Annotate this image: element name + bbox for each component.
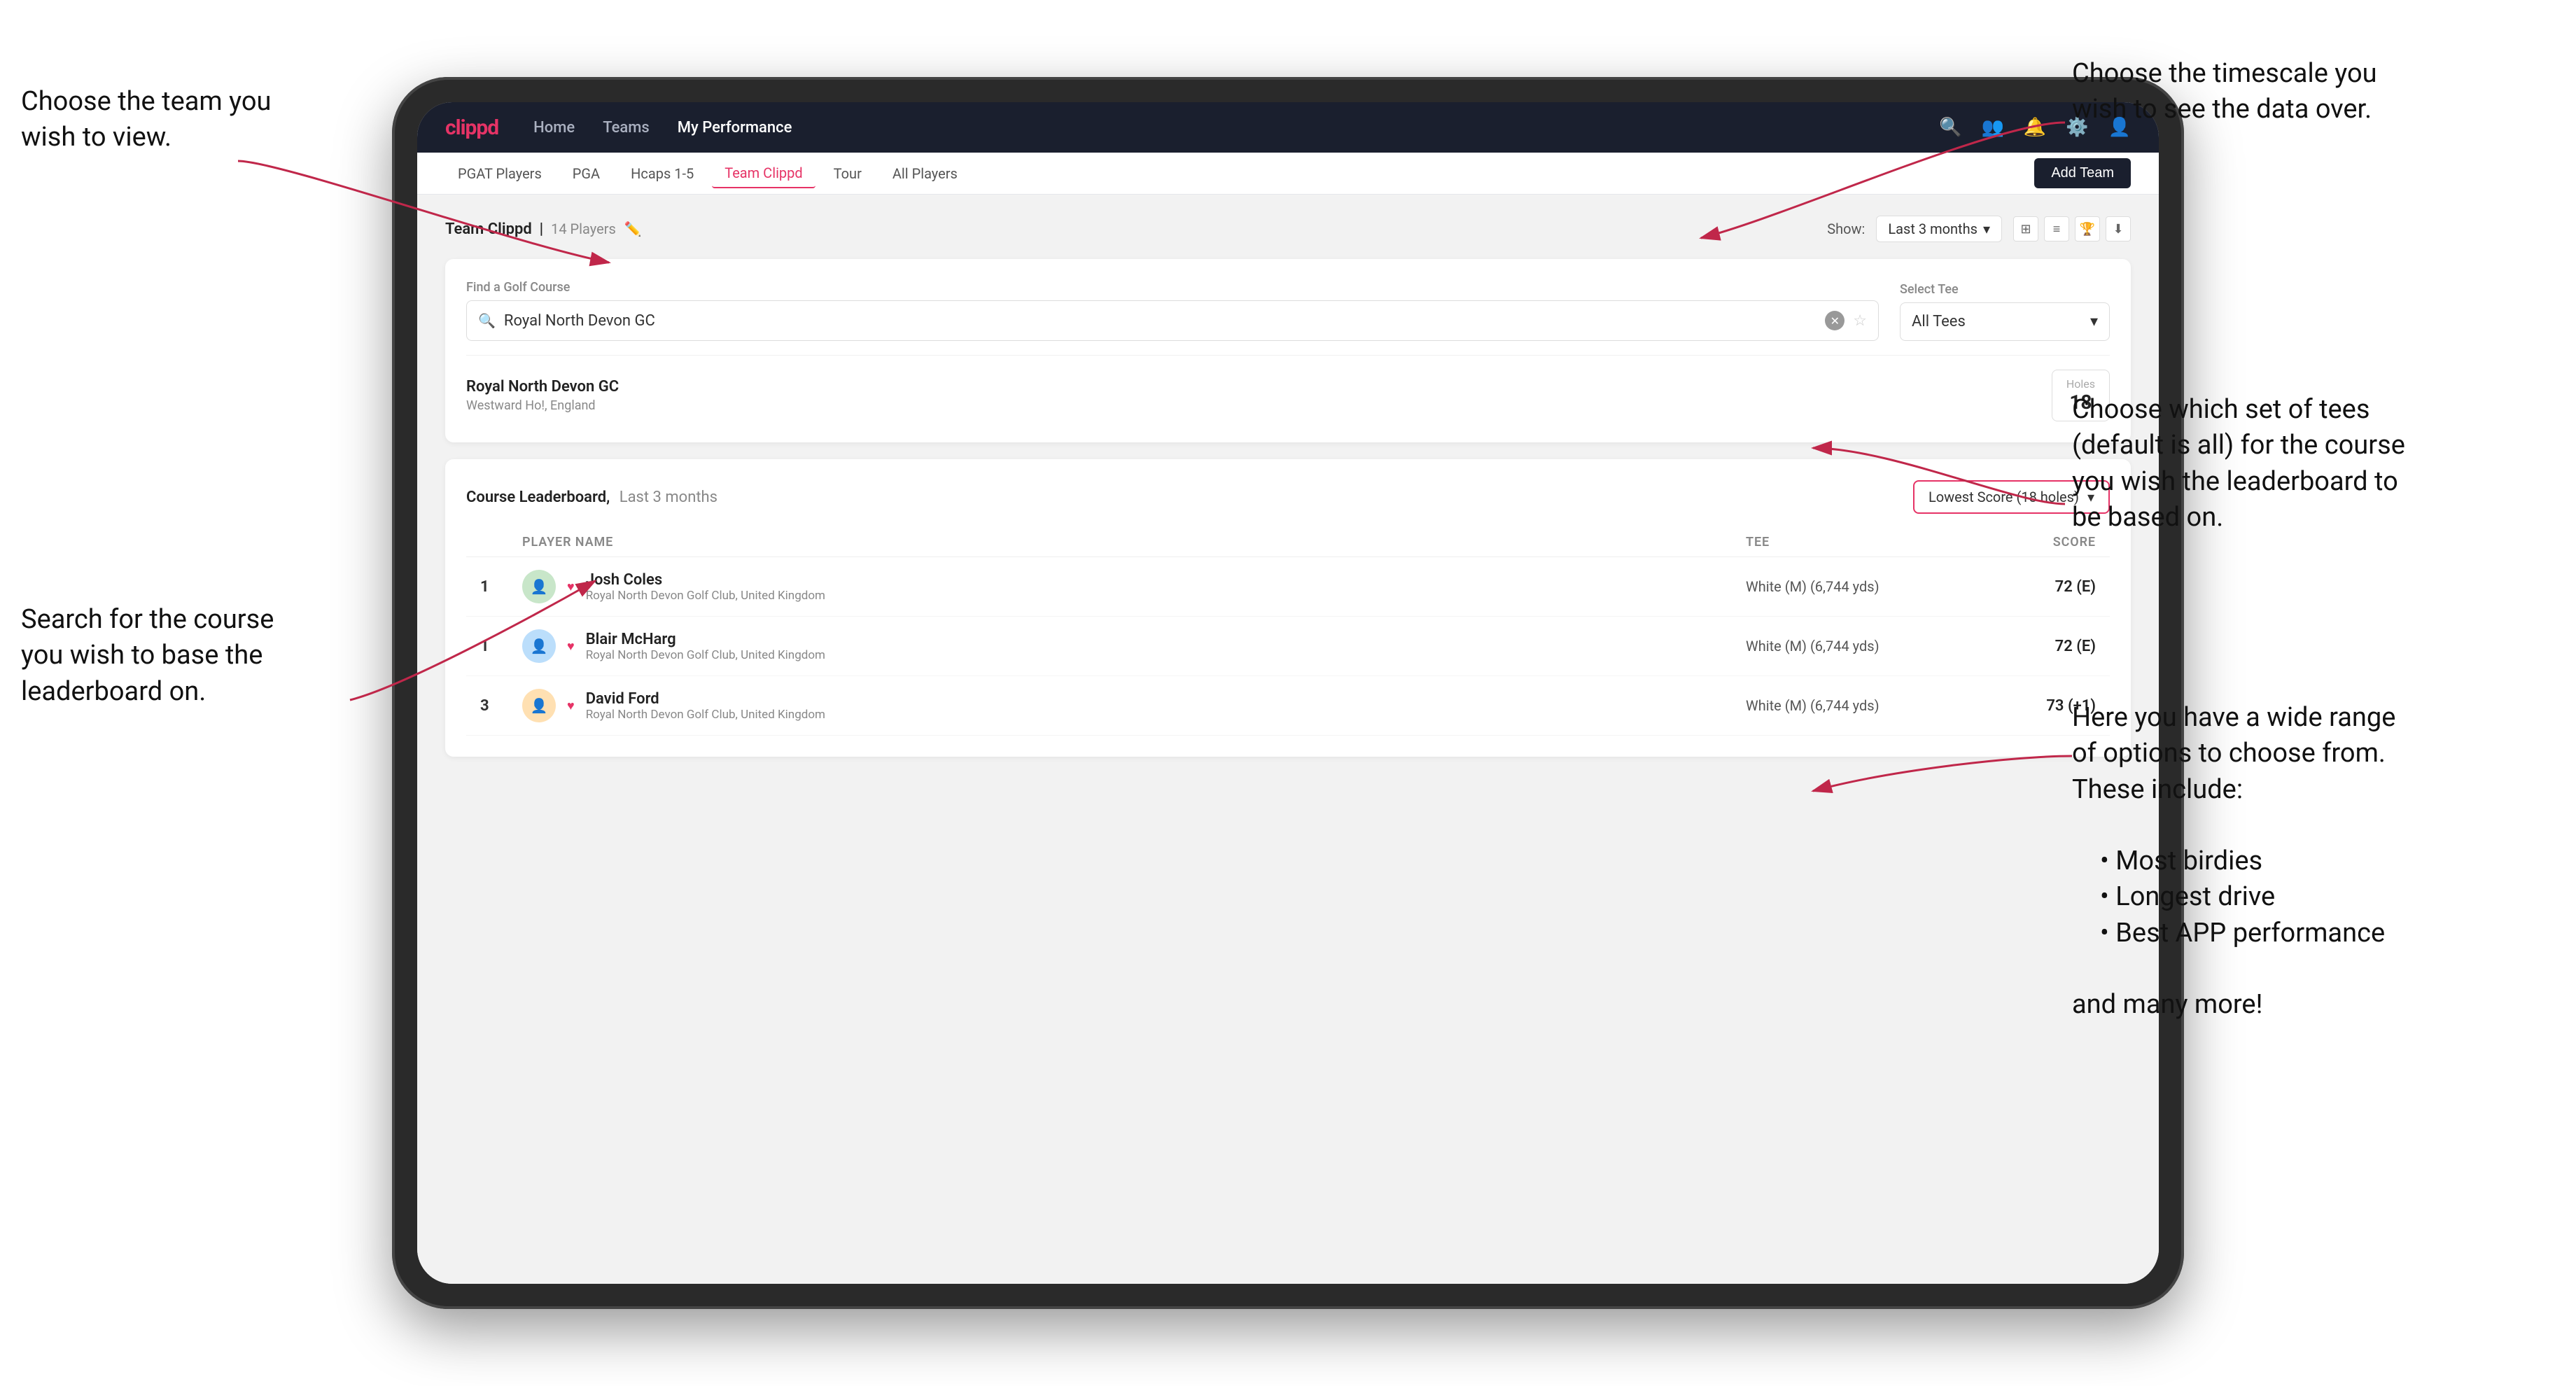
player-info: 👤 ♥ Josh Coles Royal North Devon Golf Cl… (522, 570, 1746, 603)
heart-icon[interactable]: ♥ (567, 699, 575, 713)
leaderboard-title: Course Leaderboard, Last 3 months (466, 489, 718, 506)
leaderboard-header: Course Leaderboard, Last 3 months Lowest… (466, 480, 2110, 514)
sub-nav-team-clippd[interactable]: Team Clippd (712, 159, 815, 188)
tee-select[interactable]: All Tees ▾ (1900, 302, 2110, 341)
chevron-down-icon: ▾ (1983, 220, 1990, 237)
team-header: Team Clippd | 14 Players ✏️ Show: Last 3… (445, 216, 2131, 242)
annotation-top-left: Choose the team you wish to view. (21, 84, 271, 156)
course-finder-row: Find a Golf Course 🔍 Royal North Devon G… (466, 280, 2110, 341)
player-info: 👤 ♥ David Ford Royal North Devon Golf Cl… (522, 689, 1746, 722)
search-icon: 🔍 (478, 312, 496, 329)
users-icon[interactable]: 👥 (1982, 117, 2004, 138)
leaderboard-card: Course Leaderboard, Last 3 months Lowest… (445, 459, 2131, 757)
team-title: Team Clippd | 14 Players ✏️ (445, 220, 642, 238)
avatar: 👤 (522, 570, 556, 603)
bell-icon[interactable]: 🔔 (2024, 117, 2046, 138)
nav-my-performance[interactable]: My Performance (678, 119, 792, 136)
download-button[interactable]: ⬇ (2106, 216, 2131, 241)
sub-nav: PGAT Players PGA Hcaps 1-5 Team Clippd T… (417, 153, 2159, 195)
table-row: 3 👤 ♥ David Ford Royal North Devon Golf … (466, 676, 2110, 736)
chevron-down-icon: ▾ (2090, 313, 2098, 330)
list-view-button[interactable]: ≡ (2044, 216, 2069, 241)
leaderboard-table-header: PLAYER NAME TEE SCORE (466, 528, 2110, 557)
app-logo: clippd (445, 115, 498, 140)
course-search-input[interactable]: Royal North Devon GC (504, 312, 1816, 330)
tee-text: White (M) (6,744 yds) (1746, 638, 1956, 654)
find-course-label: Find a Golf Course (466, 280, 1879, 295)
heart-icon[interactable]: ♥ (567, 639, 575, 654)
player-name: Blair McHarg (586, 631, 825, 648)
show-value: Last 3 months (1888, 220, 1977, 237)
main-content: Team Clippd | 14 Players ✏️ Show: Last 3… (417, 195, 2159, 1284)
sub-nav-pgat[interactable]: PGAT Players (445, 160, 554, 188)
player-name: Josh Coles (586, 571, 825, 589)
col-player: PLAYER NAME (522, 535, 1746, 550)
nav-bar: clippd Home Teams My Performance 🔍 👥 🔔 ⚙… (417, 102, 2159, 153)
course-result-info: Royal North Devon GC Westward Ho!, Engla… (466, 378, 619, 413)
search-icon[interactable]: 🔍 (1939, 117, 1961, 138)
annotation-top-right: Choose the timescale you wish to see the… (2072, 56, 2562, 128)
tee-text: White (M) (6,744 yds) (1746, 578, 1956, 595)
nav-links: Home Teams My Performance (533, 119, 1939, 136)
sub-nav-all-players[interactable]: All Players (880, 160, 970, 188)
tee-select-section: Select Tee All Tees ▾ (1900, 282, 2110, 341)
trophy-view-button[interactable]: 🏆 (2075, 216, 2100, 241)
grid-view-button[interactable]: ⊞ (2013, 216, 2038, 241)
clear-search-button[interactable]: ✕ (1825, 311, 1844, 330)
player-count: 14 Players (551, 220, 616, 237)
heart-icon[interactable]: ♥ (567, 580, 575, 594)
avatar: 👤 (522, 689, 556, 722)
table-row: 1 👤 ♥ Josh Coles Royal North Devon Golf … (466, 557, 2110, 617)
ipad-frame: clippd Home Teams My Performance 🔍 👥 🔔 ⚙… (392, 77, 2184, 1309)
show-label: Show: (1827, 220, 1865, 237)
player-info: 👤 ♥ Blair McHarg Royal North Devon Golf … (522, 629, 1746, 663)
table-row: 1 👤 ♥ Blair McHarg Royal North Devon Gol… (466, 617, 2110, 676)
favorite-icon[interactable]: ☆ (1853, 312, 1867, 330)
tee-value: All Tees (1912, 313, 1966, 330)
player-rank: 1 (480, 578, 522, 596)
view-icons: ⊞ ≡ 🏆 ⬇ (2013, 216, 2131, 241)
col-score: SCORE (1956, 535, 2096, 550)
player-club: Royal North Devon Golf Club, United King… (586, 648, 825, 662)
player-name: David Ford (586, 690, 825, 708)
annotation-middle-right: Choose which set of tees (default is all… (2072, 392, 2405, 536)
col-rank (480, 535, 522, 550)
tee-text: White (M) (6,744 yds) (1746, 697, 1956, 714)
edit-icon[interactable]: ✏️ (624, 220, 642, 237)
col-tee: TEE (1746, 535, 1956, 550)
player-rank: 3 (480, 697, 522, 715)
score-value: 72 (E) (1956, 578, 2096, 596)
player-club: Royal North Devon Golf Club, United King… (586, 708, 825, 722)
sub-nav-pga[interactable]: PGA (560, 160, 612, 188)
sub-nav-hcaps[interactable]: Hcaps 1-5 (618, 160, 706, 188)
course-search-box[interactable]: 🔍 Royal North Devon GC ✕ ☆ (466, 300, 1879, 341)
nav-teams[interactable]: Teams (603, 119, 650, 136)
ipad-screen: clippd Home Teams My Performance 🔍 👥 🔔 ⚙… (417, 102, 2159, 1284)
score-value: 72 (E) (1956, 638, 2096, 655)
player-rank: 1 (480, 638, 522, 655)
team-name: Team Clippd | 14 Players (445, 220, 616, 238)
course-result-name: Royal North Devon GC (466, 378, 619, 396)
holes-label: Holes (2066, 377, 2095, 391)
avatar: 👤 (522, 629, 556, 663)
annotation-bottom-right: Here you have a wide range of options to… (2072, 700, 2395, 1023)
player-details: Josh Coles Royal North Devon Golf Club, … (586, 571, 825, 603)
nav-home[interactable]: Home (533, 119, 575, 136)
course-finder-card: Find a Golf Course 🔍 Royal North Devon G… (445, 259, 2131, 442)
select-tee-label: Select Tee (1900, 282, 2110, 297)
player-details: David Ford Royal North Devon Golf Club, … (586, 690, 825, 722)
course-result-location: Westward Ho!, England (466, 398, 619, 413)
show-select[interactable]: Last 3 months ▾ (1876, 216, 2002, 242)
sub-nav-left: PGAT Players PGA Hcaps 1-5 Team Clippd T… (445, 159, 970, 188)
player-club: Royal North Devon Golf Club, United King… (586, 589, 825, 603)
sub-nav-tour[interactable]: Tour (821, 160, 874, 188)
team-controls: Show: Last 3 months ▾ ⊞ ≡ 🏆 ⬇ (1827, 216, 2131, 242)
annotation-bottom-left: Search for the course you wish to base t… (21, 602, 274, 710)
player-details: Blair McHarg Royal North Devon Golf Club… (586, 631, 825, 662)
score-select-value: Lowest Score (18 holes) (1928, 489, 2079, 505)
course-search-section: Find a Golf Course 🔍 Royal North Devon G… (466, 280, 1879, 341)
add-team-button[interactable]: Add Team (2034, 158, 2131, 188)
course-result: Royal North Devon GC Westward Ho!, Engla… (466, 355, 2110, 421)
